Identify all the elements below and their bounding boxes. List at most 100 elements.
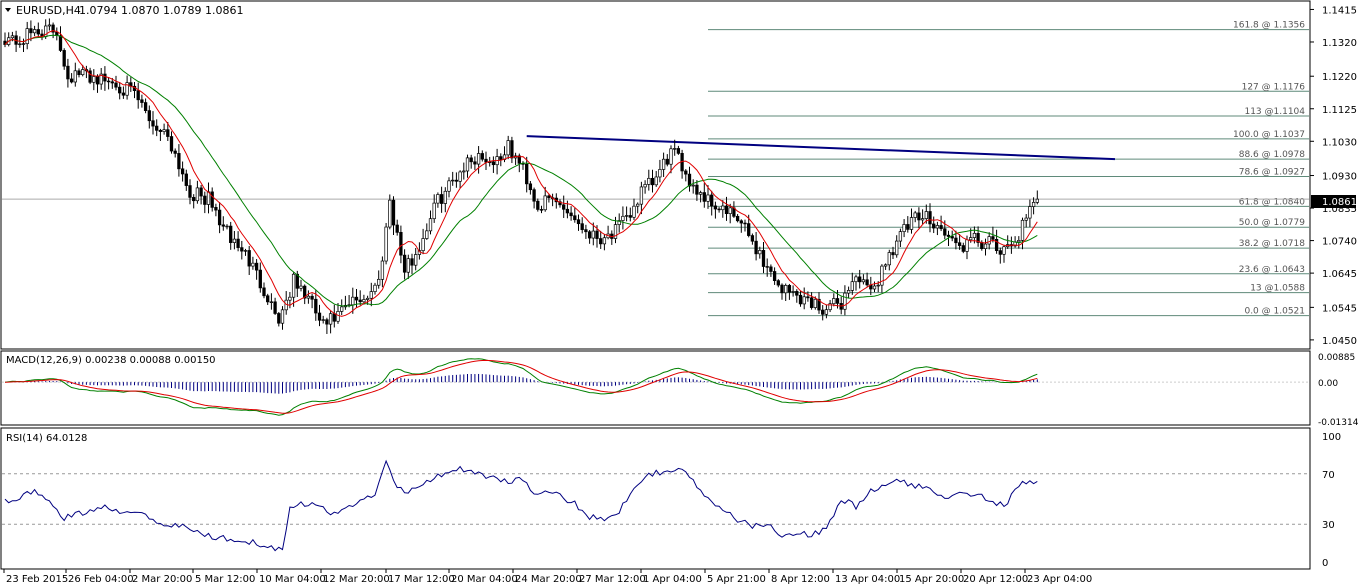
time-axis-tick-label: 26 Feb 04:00 xyxy=(68,574,134,585)
candle-body xyxy=(1024,217,1028,221)
candle-body xyxy=(758,250,762,255)
candle-body xyxy=(321,319,325,321)
candle-body xyxy=(1031,202,1036,207)
candle-body xyxy=(750,235,755,242)
candle-body xyxy=(240,247,244,252)
fib-level-label: 0.0 @ 1.0521 xyxy=(1244,307,1305,317)
candle-body xyxy=(636,203,640,207)
candle-body xyxy=(854,276,858,283)
price-axis-tick-label: 1.1125 xyxy=(1322,105,1357,116)
time-axis-tick-label: 1 Apr 04:00 xyxy=(643,574,702,585)
candle-body xyxy=(1020,219,1025,241)
candle-body xyxy=(421,238,425,251)
rsi-line xyxy=(4,459,1038,552)
rsi-axis-tick-label: 30 xyxy=(1322,520,1335,531)
candle-body xyxy=(539,209,544,211)
candle-body xyxy=(151,120,155,127)
candle-body xyxy=(1017,239,1021,243)
price-axis-tick-label: 1.1220 xyxy=(1322,72,1357,83)
candle-body xyxy=(706,194,710,202)
moving-average-slow-line xyxy=(4,34,1038,307)
time-axis-tick-label: 8 Apr 12:00 xyxy=(771,574,830,585)
fib-level-label: 50.0 @ 1.0779 xyxy=(1239,218,1306,228)
rsi-panel xyxy=(0,427,1311,570)
candle-body xyxy=(351,296,355,306)
candle-body xyxy=(754,240,758,255)
candle-body xyxy=(858,276,862,283)
candle-body xyxy=(369,291,373,299)
candle-body xyxy=(414,254,418,266)
candle-body xyxy=(92,76,96,83)
candle-body xyxy=(765,266,769,268)
candle-body xyxy=(332,313,336,322)
candle-body xyxy=(121,92,126,96)
rsi-axis-tick-label: 70 xyxy=(1322,470,1335,481)
candle-body xyxy=(1002,246,1006,255)
candle-body xyxy=(846,290,851,294)
macd-series-layer xyxy=(2,358,1309,416)
candle-body xyxy=(25,28,29,45)
candle-body xyxy=(462,170,466,173)
candle-body xyxy=(861,279,866,283)
candle-body xyxy=(946,234,951,237)
candle-body xyxy=(269,301,274,303)
candle-body xyxy=(314,298,318,314)
candle-body xyxy=(310,295,314,300)
candle-body xyxy=(458,171,462,182)
candle-body xyxy=(162,129,166,132)
candle-body xyxy=(380,260,385,280)
candle-body xyxy=(983,243,988,249)
candle-body xyxy=(439,194,444,204)
candle-body xyxy=(647,177,651,185)
candle-body xyxy=(69,78,74,83)
dropdown-triangle-icon[interactable] xyxy=(5,8,11,12)
candle-body xyxy=(639,186,644,205)
candle-body xyxy=(251,262,255,267)
candle-body xyxy=(599,238,603,245)
candle-body xyxy=(88,70,92,83)
candle-body xyxy=(880,265,884,286)
time-axis-tick-label: 20 Apr 12:00 xyxy=(963,574,1028,585)
time-axis-tick-label: 5 Apr 21:00 xyxy=(707,574,766,585)
candle-body xyxy=(158,129,163,132)
candle-body xyxy=(62,50,66,67)
candle-body xyxy=(358,299,362,303)
candle-body xyxy=(247,250,251,267)
rsi-axis-tick-label: 0 xyxy=(1322,558,1328,569)
candle-body xyxy=(273,301,277,314)
candle-body xyxy=(587,231,592,239)
price-axis-tick-label: 1.1030 xyxy=(1322,137,1357,148)
candle-body xyxy=(950,236,954,239)
candle-body xyxy=(199,187,203,197)
candle-body xyxy=(166,129,170,137)
candle-body xyxy=(865,279,869,286)
candle-body xyxy=(73,70,77,83)
trading-chart: 161.8 @ 1.1356 127 @ 1.1176 113 @1.1104 100… xyxy=(0,0,1358,585)
fib-level-label: 13 @1.0588 xyxy=(1250,284,1305,294)
candle-body xyxy=(806,296,810,299)
candle-body xyxy=(81,69,85,76)
candle-body xyxy=(217,209,222,226)
candle-body xyxy=(891,252,895,256)
candle-body xyxy=(665,158,669,165)
fib-level-label: 88.6 @ 1.0978 xyxy=(1239,150,1306,160)
candle-body xyxy=(969,237,973,241)
candle-body xyxy=(961,245,965,252)
chart-title: EURUSD,H4 xyxy=(16,4,81,17)
candle-body xyxy=(325,319,329,325)
candle-body xyxy=(454,179,459,182)
candle-body xyxy=(277,313,281,324)
candle-body xyxy=(232,238,237,243)
candle-body xyxy=(932,223,936,229)
candle-body xyxy=(425,230,429,239)
candle-body xyxy=(536,200,540,210)
candle-body xyxy=(447,180,451,192)
candle-body xyxy=(954,237,958,244)
fib-level-label: 113 @1.1104 xyxy=(1244,107,1305,117)
candle-body xyxy=(580,223,584,230)
fib-level-label: 78.6 @ 1.0927 xyxy=(1239,168,1305,178)
candle-body xyxy=(569,212,573,217)
candle-body xyxy=(913,212,917,218)
candle-body xyxy=(784,285,788,294)
candle-body xyxy=(643,184,647,188)
